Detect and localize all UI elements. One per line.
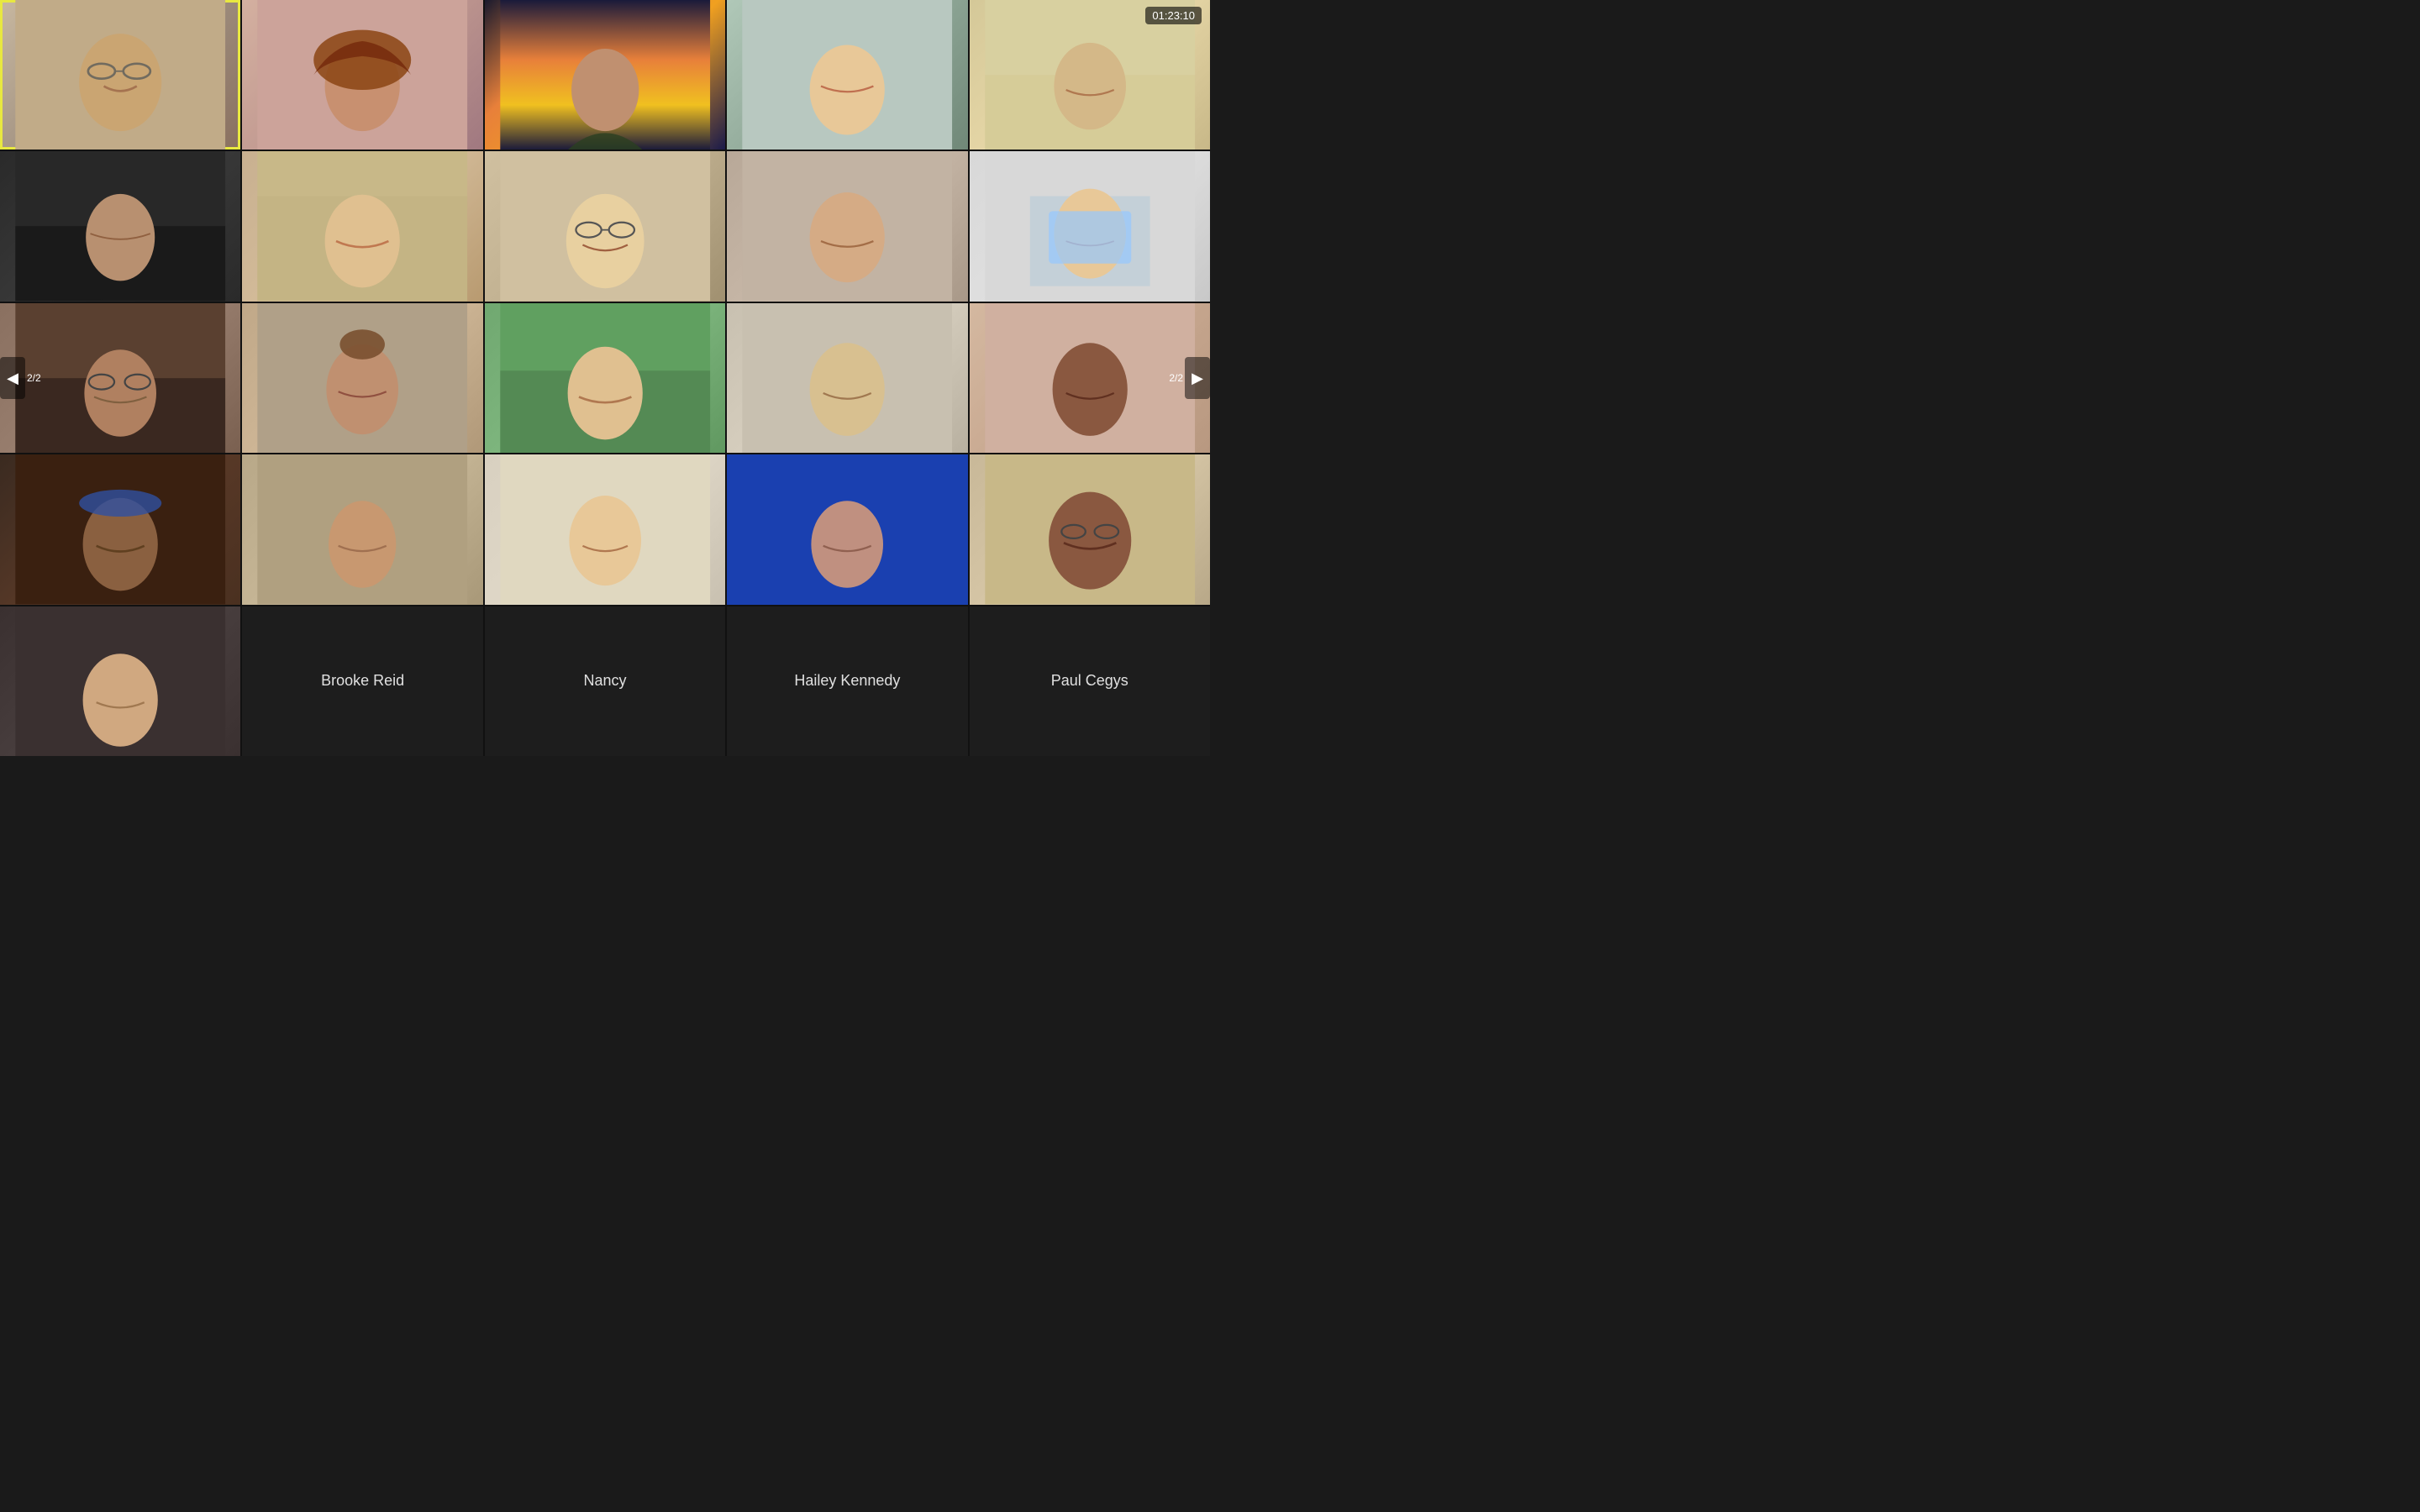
participant-cell-12 <box>242 303 482 453</box>
nameplate-nancy: Nancy <box>583 672 626 690</box>
video-grid: Brooke Reid Nancy Hailey Kennedy Paul Ce… <box>0 0 1210 756</box>
nameplate-hailey-kennedy: Hailey Kennedy <box>794 672 900 690</box>
page-indicator-right: 2/2 <box>1169 372 1183 384</box>
participant-cell-13 <box>485 303 725 453</box>
next-page-button[interactable]: ▶ <box>1185 357 1210 399</box>
previous-page-button[interactable]: ◀ <box>0 357 25 399</box>
participant-cell-19 <box>727 454 967 604</box>
participant-cell-25: Paul Cegys <box>970 606 1210 756</box>
participant-cell-20 <box>970 454 1210 604</box>
participant-cell-1 <box>0 0 240 150</box>
page-indicator-left: 2/2 <box>27 372 41 384</box>
participant-cell-21 <box>0 606 240 756</box>
participant-cell-4 <box>727 0 967 150</box>
nameplate-paul-cegys: Paul Cegys <box>1051 672 1128 690</box>
participant-cell-18 <box>485 454 725 604</box>
participant-cell-16 <box>0 454 240 604</box>
participant-cell-24: Hailey Kennedy <box>727 606 967 756</box>
participant-cell-22: Brooke Reid <box>242 606 482 756</box>
participant-cell-6 <box>0 151 240 301</box>
participant-cell-23: Nancy <box>485 606 725 756</box>
left-arrow-icon: ◀ <box>7 370 18 387</box>
participant-cell-2 <box>242 0 482 150</box>
nameplate-brooke-reid: Brooke Reid <box>321 672 404 690</box>
participant-cell-10 <box>970 151 1210 301</box>
participant-cell-3 <box>485 0 725 150</box>
meeting-timer: 01:23:10 <box>1145 7 1202 24</box>
participant-cell-17 <box>242 454 482 604</box>
right-arrow-icon: ▶ <box>1192 370 1203 387</box>
participant-cell-14 <box>727 303 967 453</box>
participant-cell-7 <box>242 151 482 301</box>
participant-cell-9 <box>727 151 967 301</box>
participant-cell-8 <box>485 151 725 301</box>
